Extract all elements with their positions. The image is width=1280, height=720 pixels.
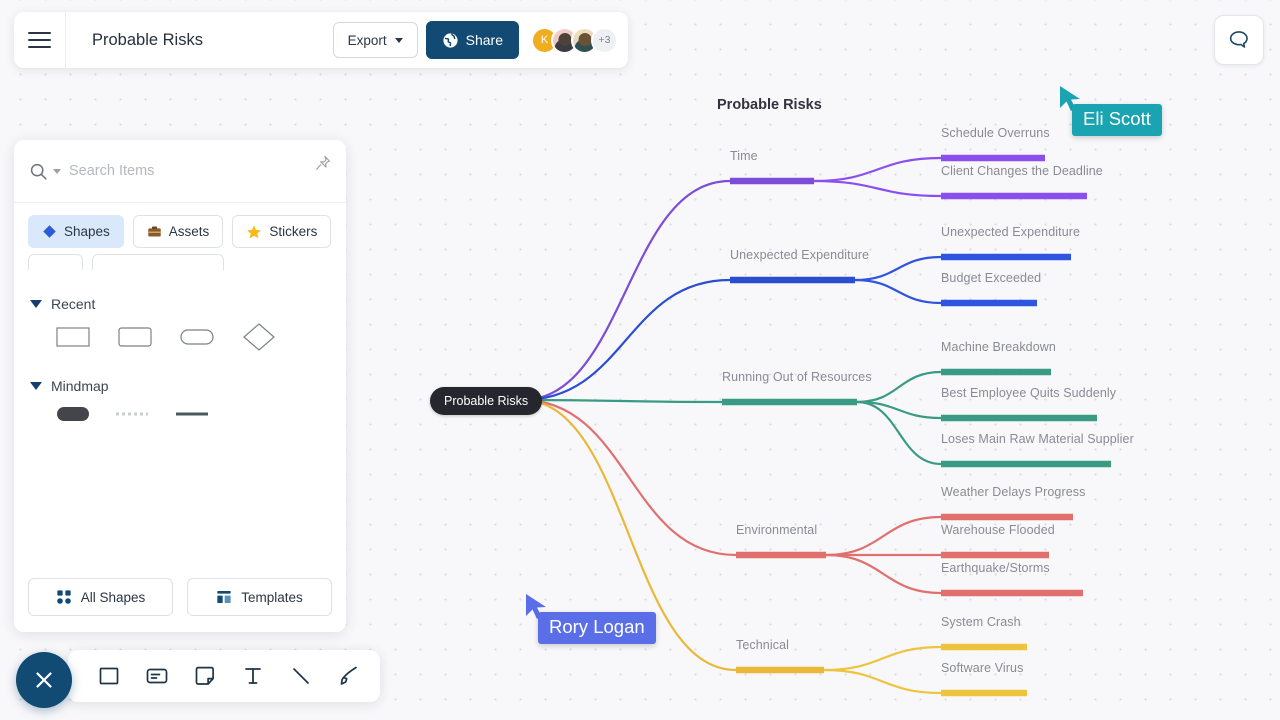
subfilter-chip-1[interactable] [28,254,83,270]
section-title: Mindmap [51,378,109,394]
hamburger-icon[interactable] [14,12,66,68]
sticky-note-icon [195,666,214,685]
globe-icon [443,32,458,48]
mindmap-node-label[interactable]: Time [730,149,758,163]
collaborator-name-tag: Rory Logan [538,612,656,644]
card-tool[interactable] [138,657,176,695]
mindmap-root-node[interactable]: Probable Risks [430,387,543,415]
line-icon [293,668,309,684]
mindmap-node-label[interactable]: System Crash [941,615,1021,629]
avatar-overflow-badge[interactable]: +3 [591,26,618,54]
tab-shapes[interactable]: Shapes [28,215,124,248]
section-header-mindmap[interactable]: Mindmap [30,378,332,394]
canvas-title: Probable Risks [717,97,822,113]
tab-stickers[interactable]: Stickers [232,215,332,248]
search-input[interactable] [69,163,332,179]
text-tool[interactable] [234,657,272,695]
recent-shape-row [28,322,332,352]
briefcase-icon [147,224,162,239]
pen-tool[interactable] [330,657,368,695]
rectangle-tool[interactable] [90,657,128,695]
collaborator-cursor: Eli Scott [1058,84,1162,136]
search-scope-chevron-down-icon[interactable] [53,168,61,174]
mindmap-node-label[interactable]: Unexpected Expenditure [730,248,869,262]
app-header: Probable Risks Export Share K +3 [14,12,628,68]
triangle-down-icon [30,300,42,308]
tab-label: Stickers [269,224,318,239]
search-row [14,140,346,203]
section-title: Recent [51,296,96,312]
chevron-down-icon [394,37,403,43]
section-header-recent[interactable]: Recent [30,296,332,312]
collaborator-name-tag: Eli Scott [1072,104,1162,136]
mindmap-node-label[interactable]: Warehouse Flooded [941,523,1055,537]
close-icon [36,672,52,688]
triangle-down-icon [30,382,42,390]
mindmap-node-label[interactable]: Machine Breakdown [941,340,1056,354]
mindmap-node-label[interactable]: Environmental [736,523,817,537]
tab-label: Assets [168,224,210,239]
shapes-grid-icon [56,590,71,604]
mindmap-node-label[interactable]: Technical [736,638,789,652]
chat-bubble-icon [1229,31,1248,48]
search-icon[interactable] [28,161,49,182]
mindmap-node-label[interactable]: Running Out of Resources [722,370,872,384]
all-shapes-label: All Shapes [80,589,146,605]
shape-dashed-line[interactable] [114,404,150,424]
all-shapes-button[interactable]: All Shapes [28,578,173,616]
sidebar-tabs: Shapes Assets Stickers [14,203,346,248]
star-icon [246,224,262,240]
export-button[interactable]: Export [332,22,418,58]
shape-solid-line[interactable] [174,404,210,424]
mindmap-node-label[interactable]: Loses Main Raw Material Supplier [941,432,1134,446]
mindmap-node-label[interactable]: Budget Exceeded [941,271,1041,285]
shapes-sidebar: Shapes Assets Stickers Recent [14,140,346,632]
mindmap-node-label[interactable]: Schedule Overruns [941,126,1050,140]
close-panel-button[interactable] [16,652,72,708]
sidebar-subfilter-row[interactable] [14,248,346,270]
line-tool[interactable] [282,657,320,695]
tab-label: Shapes [64,224,110,239]
mindmap-node-label[interactable]: Client Changes the Deadline [941,164,1103,178]
mindmap-shape-row [28,404,332,424]
templates-button[interactable]: Templates [187,578,332,616]
collaborator-cursor: Rory Logan [524,592,656,644]
export-label: Export [347,32,387,48]
bottom-toolbar [68,650,380,702]
shape-rounded-rectangle[interactable] [118,325,152,349]
text-icon [245,668,261,684]
collaborator-avatars[interactable]: K +3 [531,26,618,54]
mindmap-node-label[interactable]: Unexpected Expenditure [941,225,1080,239]
shape-pill[interactable] [180,325,214,349]
shape-rectangle[interactable] [56,325,90,349]
pen-icon [340,666,357,685]
page-title: Probable Risks [92,30,203,49]
shape-filled-pill[interactable] [56,404,90,424]
card-icon [146,668,168,684]
sidebar-footer: All Shapes Templates [14,578,346,632]
shape-sections: Recent Mindmap [14,270,346,578]
share-label: Share [465,32,503,48]
share-button[interactable]: Share [425,21,519,59]
shape-diamond[interactable] [242,322,276,352]
mindmap-node-label[interactable]: Weather Delays Progress [941,485,1086,499]
subfilter-chip-2[interactable] [92,254,224,270]
mindmap-node-label[interactable]: Best Employee Quits Suddenly [941,386,1116,400]
mindmap-node-label[interactable]: Earthquake/Storms [941,561,1050,575]
pin-icon[interactable] [314,154,332,172]
mindmap-node-label[interactable]: Software Virus [941,661,1023,675]
templates-label: Templates [241,589,303,605]
diamond-icon [42,224,57,239]
tab-assets[interactable]: Assets [132,215,224,248]
template-icon [217,591,231,603]
note-tool[interactable] [186,657,224,695]
chat-button[interactable] [1214,15,1264,65]
square-icon [99,667,119,685]
